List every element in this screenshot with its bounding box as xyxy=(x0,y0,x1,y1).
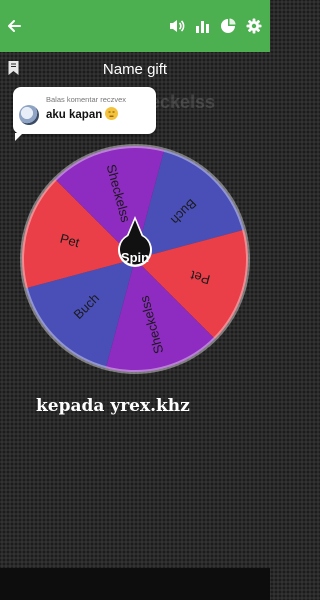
page-title: Name gift xyxy=(102,61,168,78)
comment-text-value: aku kapan xyxy=(46,109,103,121)
avatar xyxy=(19,105,39,125)
comment-text: aku kapan xyxy=(46,107,119,121)
spin-wheel[interactable]: BuchPetSheckelssBuchPetSheckelss Spin xyxy=(16,140,254,378)
arrow-left-icon xyxy=(8,20,21,32)
sound-button[interactable] xyxy=(166,0,188,52)
settings-button[interactable] xyxy=(243,0,265,52)
comment-header: Balas komentar reczvex xyxy=(46,95,127,104)
pie-button[interactable] xyxy=(217,0,239,52)
pie-chart-icon xyxy=(221,18,236,33)
gear-icon xyxy=(246,18,262,34)
spin-button-label: Spin xyxy=(121,250,149,265)
volume-icon xyxy=(170,20,185,32)
ghost-title: eckelss xyxy=(150,92,216,112)
title-row: Name gift xyxy=(0,52,270,86)
back-button[interactable] xyxy=(2,0,26,52)
smirk-emoji-icon xyxy=(105,107,119,120)
stats-button[interactable] xyxy=(192,0,214,52)
app-bar xyxy=(0,0,270,52)
bar-chart-icon xyxy=(196,21,209,33)
reply-comment-bubble: Balas komentar reczvex aku kapan xyxy=(13,87,156,141)
caption-text: kepada yrex.khz xyxy=(36,396,190,416)
bottom-bar xyxy=(0,568,270,600)
